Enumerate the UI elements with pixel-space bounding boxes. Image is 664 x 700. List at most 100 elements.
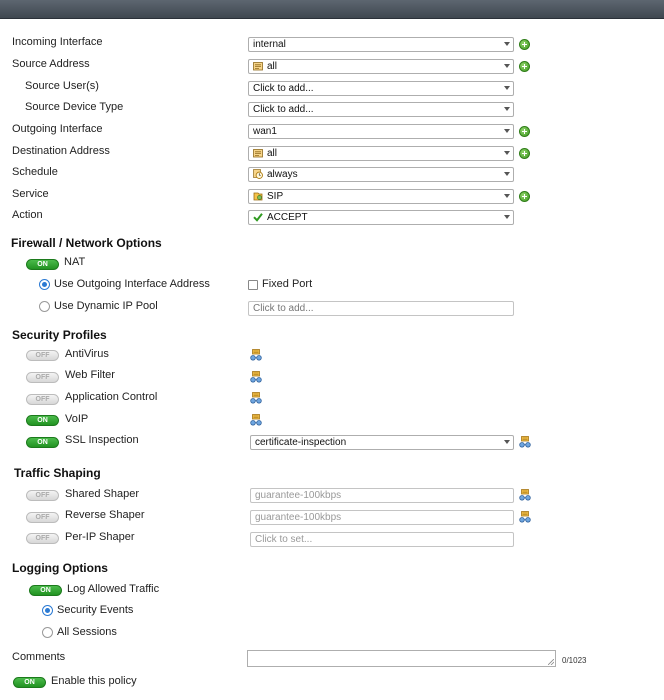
window-titlebar [0,0,664,19]
reverse-shaper-input[interactable]: guarantee-100kbps [250,510,514,525]
application-control-toggle[interactable]: OFF [26,394,59,405]
voip-toggle[interactable]: ON [26,415,59,426]
all-sessions-radio[interactable] [42,627,53,638]
security-profiles-title: Security Profiles [12,328,107,342]
nat-label: NAT [64,256,86,268]
antivirus-profile-icon[interactable] [250,349,262,361]
enable-policy-label: Enable this policy [51,675,137,687]
ssl-inspection-label: SSL Inspection [65,434,139,446]
chevron-down-icon [504,64,510,68]
security-events-radio[interactable] [42,605,53,616]
chevron-down-icon [504,440,510,444]
incoming-interface-value: internal [253,39,286,50]
address-object-icon [253,61,263,71]
comments-textarea[interactable] [247,650,556,667]
voip-label: VoIP [65,413,89,425]
chevron-down-icon [504,42,510,46]
use-outgoing-interface-label: Use Outgoing Interface Address [54,278,210,290]
action-value: ACCEPT [267,212,308,223]
chevron-down-icon [504,215,510,219]
per-ip-shaper-toggle[interactable]: OFF [26,533,59,544]
source-users-value: Click to add... [253,83,314,94]
use-dynamic-ip-pool-label: Use Dynamic IP Pool [54,300,158,312]
service-icon [253,191,263,201]
ssl-inspection-value: certificate-inspection [255,437,347,448]
web-filter-label: Web Filter [65,369,115,381]
use-outgoing-interface-radio[interactable] [39,279,50,290]
use-dynamic-ip-pool-radio[interactable] [39,301,50,312]
shared-shaper-toggle[interactable]: OFF [26,490,59,501]
chevron-down-icon [504,172,510,176]
per-ip-shaper-input[interactable]: Click to set... [250,532,514,547]
reverse-shaper-label: Reverse Shaper [65,509,145,521]
chevron-down-icon [504,107,510,111]
add-outgoing-interface-button[interactable] [519,126,530,137]
address-object-icon [253,148,263,158]
log-allowed-traffic-label: Log Allowed Traffic [67,583,160,595]
source-address-select[interactable]: all [248,59,514,74]
application-control-label: Application Control [65,391,158,403]
source-device-type-select[interactable]: Click to add... [248,102,514,117]
action-label: Action [12,209,43,221]
clock-icon [253,169,263,179]
firewall-section-title: Firewall / Network Options [11,236,162,250]
enable-policy-toggle[interactable]: ON [13,677,46,688]
application-control-profile-icon[interactable] [250,392,262,404]
incoming-interface-label: Incoming Interface [12,36,103,48]
chevron-down-icon [504,129,510,133]
fixed-port-label: Fixed Port [262,278,313,290]
antivirus-label: AntiVirus [65,348,109,360]
fixed-port-checkbox[interactable] [248,280,258,290]
reverse-shaper-profile-icon[interactable] [519,511,531,523]
outgoing-interface-select[interactable]: wan1 [248,124,514,139]
source-device-type-value: Click to add... [253,104,314,115]
schedule-label: Schedule [12,166,58,178]
ip-pool-input[interactable]: Click to add... [248,301,514,316]
add-source-address-button[interactable] [519,61,530,72]
ssl-inspection-toggle[interactable]: ON [26,437,59,448]
comments-counter: 0/1023 [562,656,587,665]
source-address-label: Source Address [12,58,90,70]
service-value: SIP [267,191,284,202]
add-destination-address-button[interactable] [519,148,530,159]
add-service-button[interactable] [519,191,530,202]
antivirus-toggle[interactable]: OFF [26,350,59,361]
outgoing-interface-label: Outgoing Interface [12,123,103,135]
ssl-inspection-profile-icon[interactable] [519,436,531,448]
source-users-label: Source User(s) [25,80,99,92]
service-label: Service [12,188,49,200]
resize-grip-icon[interactable] [548,659,554,665]
source-users-select[interactable]: Click to add... [248,81,514,96]
incoming-interface-select[interactable]: internal [248,37,514,52]
web-filter-profile-icon[interactable] [250,371,262,383]
source-address-value: all [267,61,278,72]
checkmark-icon [253,212,263,222]
security-events-label: Security Events [57,604,134,616]
all-sessions-label: All Sessions [57,626,117,638]
web-filter-toggle[interactable]: OFF [26,372,59,383]
chevron-down-icon [504,86,510,90]
shared-shaper-profile-icon[interactable] [519,489,531,501]
destination-address-value: all [267,148,278,159]
comments-label: Comments [12,651,66,663]
reverse-shaper-toggle[interactable]: OFF [26,512,59,523]
destination-address-label: Destination Address [12,145,110,157]
chevron-down-icon [504,194,510,198]
outgoing-interface-value: wan1 [253,126,277,137]
action-select[interactable]: ACCEPT [248,210,514,225]
schedule-select[interactable]: always [248,167,514,182]
destination-address-select[interactable]: all [248,146,514,161]
voip-profile-icon[interactable] [250,414,262,426]
add-incoming-interface-button[interactable] [519,39,530,50]
schedule-value: always [267,169,298,180]
traffic-shaping-title: Traffic Shaping [14,466,101,480]
nat-toggle[interactable]: ON [26,259,59,270]
ssl-inspection-select[interactable]: certificate-inspection [250,435,514,450]
shared-shaper-input[interactable]: guarantee-100kbps [250,488,514,503]
chevron-down-icon [504,151,510,155]
per-ip-shaper-label: Per-IP Shaper [65,531,135,543]
source-device-type-label: Source Device Type [25,101,124,113]
log-allowed-traffic-toggle[interactable]: ON [29,585,62,596]
logging-options-title: Logging Options [12,561,108,575]
service-select[interactable]: SIP [248,189,514,204]
